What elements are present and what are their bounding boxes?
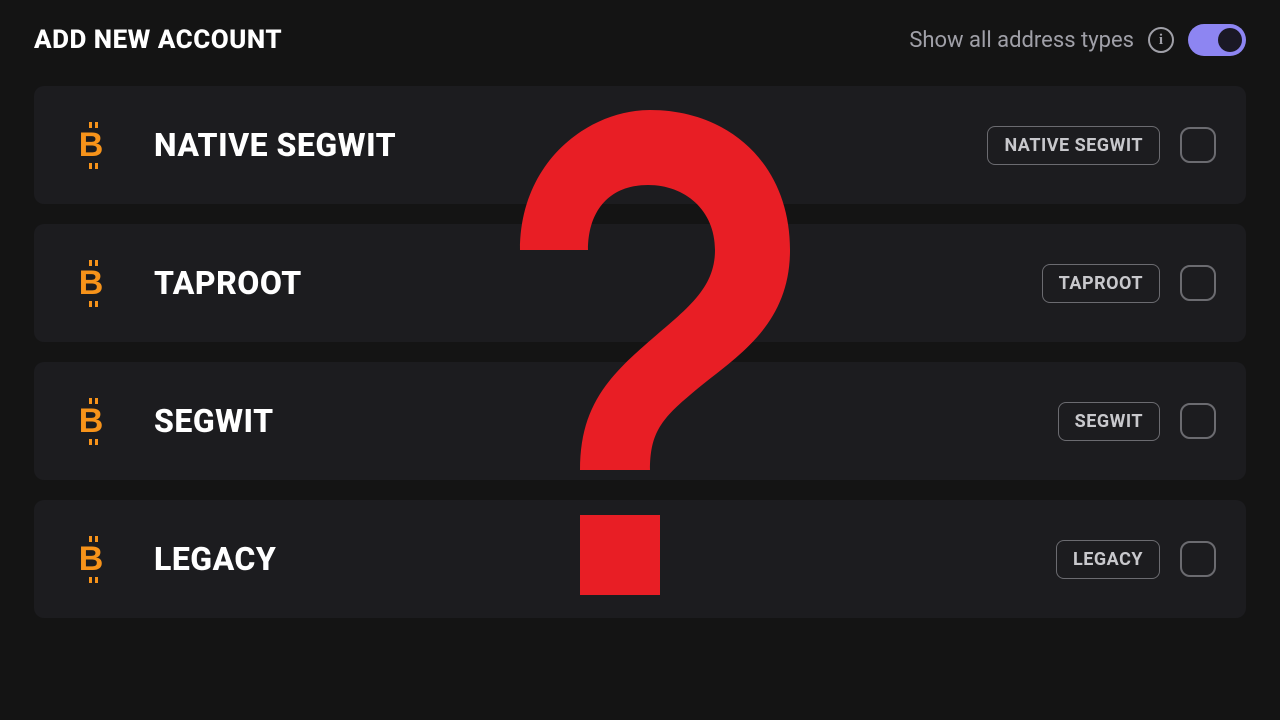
account-checkbox[interactable] — [1180, 265, 1216, 301]
account-row-segwit[interactable]: B SEGWIT SEGWIT — [34, 362, 1246, 480]
bitcoin-icon: B — [74, 266, 108, 300]
account-checkbox[interactable] — [1180, 403, 1216, 439]
bitcoin-icon: B — [74, 128, 108, 162]
account-checkbox[interactable] — [1180, 541, 1216, 577]
account-badge: TAPROOT — [1042, 264, 1160, 303]
account-checkbox[interactable] — [1180, 127, 1216, 163]
account-label: NATIVE SEGWIT — [154, 126, 941, 164]
row-actions: TAPROOT — [1042, 264, 1216, 303]
account-label: TAPROOT — [154, 264, 996, 302]
account-badge: LEGACY — [1056, 540, 1160, 579]
account-label: LEGACY — [154, 540, 1010, 578]
row-actions: NATIVE SEGWIT — [987, 126, 1216, 165]
row-actions: SEGWIT — [1058, 402, 1216, 441]
account-row-native-segwit[interactable]: B NATIVE SEGWIT NATIVE SEGWIT — [34, 86, 1246, 204]
panel-title: ADD NEW ACCOUNT — [34, 25, 282, 55]
account-type-list: B NATIVE SEGWIT NATIVE SEGWIT B TAPROOT … — [34, 86, 1246, 618]
account-row-taproot[interactable]: B TAPROOT TAPROOT — [34, 224, 1246, 342]
panel-header: ADD NEW ACCOUNT Show all address types — [34, 24, 1246, 56]
info-icon[interactable] — [1148, 27, 1174, 53]
row-actions: LEGACY — [1056, 540, 1216, 579]
show-all-toggle[interactable] — [1188, 24, 1246, 56]
account-badge: SEGWIT — [1058, 402, 1160, 441]
account-label: SEGWIT — [154, 402, 1012, 440]
toggle-knob — [1218, 28, 1242, 52]
account-badge: NATIVE SEGWIT — [987, 126, 1160, 165]
bitcoin-icon: B — [74, 404, 108, 438]
account-row-legacy[interactable]: B LEGACY LEGACY — [34, 500, 1246, 618]
bitcoin-icon: B — [74, 542, 108, 576]
show-all-label: Show all address types — [909, 28, 1134, 53]
add-account-panel: ADD NEW ACCOUNT Show all address types B… — [0, 0, 1280, 720]
header-controls: Show all address types — [909, 24, 1246, 56]
